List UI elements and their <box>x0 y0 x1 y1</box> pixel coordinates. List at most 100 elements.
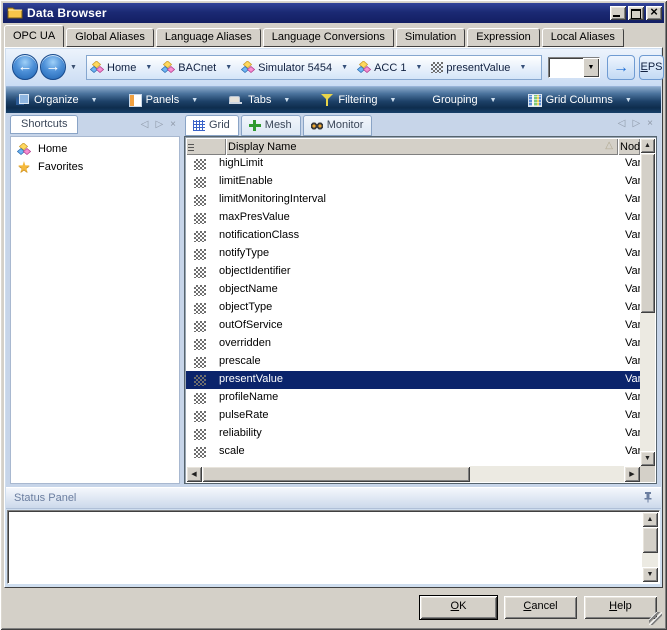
chevron-down-icon[interactable]: ▼ <box>415 64 422 71</box>
table-row[interactable]: notificationClass Varia <box>186 227 640 245</box>
grid-header-node[interactable]: Node <box>618 138 640 155</box>
toolbar-item[interactable]: Grid Columns ▼ <box>528 94 637 106</box>
grid-header-handle[interactable] <box>186 138 226 155</box>
scrollbar-thumb[interactable] <box>642 527 658 553</box>
table-row[interactable]: limitEnable Varia <box>186 173 640 191</box>
table-row[interactable]: overridden Varia <box>186 335 640 353</box>
app-tab[interactable]: Language Conversions <box>263 28 394 47</box>
maximize-button[interactable] <box>628 6 644 20</box>
toolbar-item[interactable]: Tabs ▼ <box>229 94 295 106</box>
chevron-down-icon[interactable]: ▼ <box>341 64 348 71</box>
chevron-down-icon[interactable]: ▼ <box>625 97 632 104</box>
ok-button[interactable]: OK <box>420 596 497 619</box>
breadcrumb-item[interactable]: Simulator 5454 ▼ <box>241 61 353 74</box>
cancel-button[interactable]: Cancel <box>504 596 577 619</box>
panel-close-icon[interactable]: × <box>647 118 653 129</box>
toolbar-item[interactable]: Filtering ▼ <box>321 94 401 106</box>
scroll-right-icon[interactable]: ▶ <box>624 466 640 482</box>
table-row[interactable]: profileName Varia <box>186 389 640 407</box>
row-node-class: Varia <box>625 193 640 205</box>
chevron-down-icon[interactable]: ▼ <box>91 97 98 104</box>
table-row[interactable]: highLimit Varia <box>186 155 640 173</box>
go-button[interactable] <box>607 55 635 80</box>
back-button[interactable] <box>12 54 38 80</box>
shortcut-item[interactable]: Favorites <box>11 158 179 176</box>
row-display-name: objectType <box>219 301 272 313</box>
main-tab-label: Grid <box>209 119 230 131</box>
row-display-name: notifyType <box>219 247 269 259</box>
table-row[interactable]: pulseRate Varia <box>186 407 640 425</box>
scroll-up-icon[interactable]: ▲ <box>640 138 655 153</box>
app-tab[interactable]: Local Aliases <box>542 28 624 47</box>
breadcrumb-item[interactable]: Home ▼ <box>90 61 157 74</box>
toolbar-item[interactable]: Panels ▼ <box>129 94 204 106</box>
address-combo[interactable]: ▼ <box>548 57 600 78</box>
grid-dots-icon <box>194 357 206 368</box>
grid-horizontal-scrollbar[interactable]: ◀ ▶ <box>186 466 640 482</box>
panel-nav-right-icon[interactable]: ▷ <box>155 119 163 130</box>
table-row[interactable]: objectType Varia <box>186 299 640 317</box>
shortcut-item[interactable]: Home <box>11 140 179 158</box>
row-display-name: scale <box>219 445 245 457</box>
table-row[interactable]: presentValue Varia <box>186 371 640 389</box>
chevron-down-icon[interactable]: ▼ <box>519 64 526 71</box>
scroll-down-icon[interactable]: ▼ <box>640 451 655 466</box>
breadcrumb-item[interactable]: BACnet ▼ <box>161 61 237 74</box>
chevron-down-icon[interactable]: ▼ <box>490 97 497 104</box>
history-dropdown-icon[interactable]: ▼ <box>70 55 77 81</box>
toolbar-item[interactable]: Organize ▼ <box>16 94 103 106</box>
grid-vertical-scrollbar[interactable]: ▲ ▼ <box>640 138 655 466</box>
scrollbar-thumb[interactable] <box>202 466 470 482</box>
table-row[interactable]: outOfService Varia <box>186 317 640 335</box>
app-tab[interactable]: Expression <box>467 28 539 47</box>
table-row[interactable]: prescale Varia <box>186 353 640 371</box>
chevron-down-icon[interactable]: ▼ <box>283 97 290 104</box>
app-tab[interactable]: Global Aliases <box>66 28 154 47</box>
diamond-icon <box>90 61 104 74</box>
grid-header-display-name[interactable]: Display Name △ <box>226 138 618 155</box>
app-tab[interactable]: Language Aliases <box>156 28 261 47</box>
panel-close-icon[interactable]: × <box>170 119 176 130</box>
chevron-down-icon[interactable]: ▼ <box>389 97 396 104</box>
toolbar-item-label: Tabs <box>248 94 271 106</box>
scroll-down-icon[interactable]: ▼ <box>642 567 658 582</box>
scrollbar-thumb[interactable] <box>640 153 655 313</box>
grid-dots-icon <box>194 447 206 458</box>
panel-nav-right-icon[interactable]: ▷ <box>632 118 640 129</box>
main-tab[interactable]: Monitor <box>303 115 373 136</box>
main-tab[interactable]: Mesh <box>241 115 301 136</box>
table-row[interactable]: notifyType Varia <box>186 245 640 263</box>
panel-nav-left-icon[interactable]: ◁ <box>618 118 626 129</box>
chevron-down-icon[interactable]: ▼ <box>225 64 232 71</box>
forward-button[interactable] <box>40 54 66 80</box>
status-vertical-scrollbar[interactable]: ▲ ▼ <box>642 512 658 582</box>
chevron-down-icon[interactable]: ▼ <box>145 64 152 71</box>
help-button[interactable]: Help <box>584 596 657 619</box>
breadcrumb-item[interactable]: ACC 1 ▼ <box>357 61 427 74</box>
table-row[interactable]: objectName Varia <box>186 281 640 299</box>
chevron-down-icon[interactable]: ▼ <box>191 97 198 104</box>
table-row[interactable]: maxPresValue Varia <box>186 209 640 227</box>
eps-button[interactable]: EPS <box>639 55 664 80</box>
table-row[interactable]: limitMonitoringInterval Varia <box>186 191 640 209</box>
minimize-button[interactable] <box>610 6 626 20</box>
close-button[interactable] <box>646 6 662 20</box>
breadcrumb-label: presentValue <box>446 62 510 74</box>
table-row[interactable]: scale Varia <box>186 443 640 461</box>
row-display-name: reliability <box>219 427 262 439</box>
app-tab[interactable]: OPC UA <box>4 25 64 47</box>
table-row[interactable]: reliability Varia <box>186 425 640 443</box>
main-tab[interactable]: Grid <box>185 115 239 136</box>
toolbar-item[interactable]: Grouping ▼ <box>427 94 501 106</box>
shortcuts-tab[interactable]: Shortcuts <box>10 115 78 134</box>
combo-dropdown-button[interactable]: ▼ <box>583 58 599 77</box>
resize-grip-icon[interactable] <box>649 612 662 625</box>
app-tab[interactable]: Simulation <box>396 28 465 47</box>
breadcrumb-item[interactable]: presentValue ▼ <box>431 62 531 74</box>
table-row[interactable]: objectIdentifier Varia <box>186 263 640 281</box>
scroll-up-icon[interactable]: ▲ <box>642 512 658 527</box>
row-node-class: Varia <box>625 265 640 277</box>
pin-icon[interactable] <box>643 491 653 506</box>
scroll-left-icon[interactable]: ◀ <box>186 466 202 482</box>
panel-nav-left-icon[interactable]: ◁ <box>141 119 149 130</box>
